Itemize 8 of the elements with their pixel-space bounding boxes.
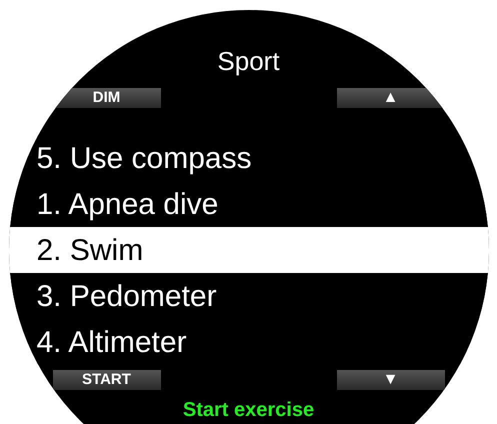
down-button[interactable]: ▼: [336, 370, 444, 390]
menu-item[interactable]: 2. Swim: [8, 227, 488, 273]
hint-text: Start exercise: [182, 398, 314, 422]
start-button[interactable]: START: [52, 370, 160, 390]
menu-item[interactable]: 3. Pedometer: [8, 273, 488, 319]
screen-title: Sport: [217, 46, 280, 76]
menu-item[interactable]: 1. Apnea dive: [8, 181, 488, 227]
up-button[interactable]: ▲: [336, 88, 444, 108]
